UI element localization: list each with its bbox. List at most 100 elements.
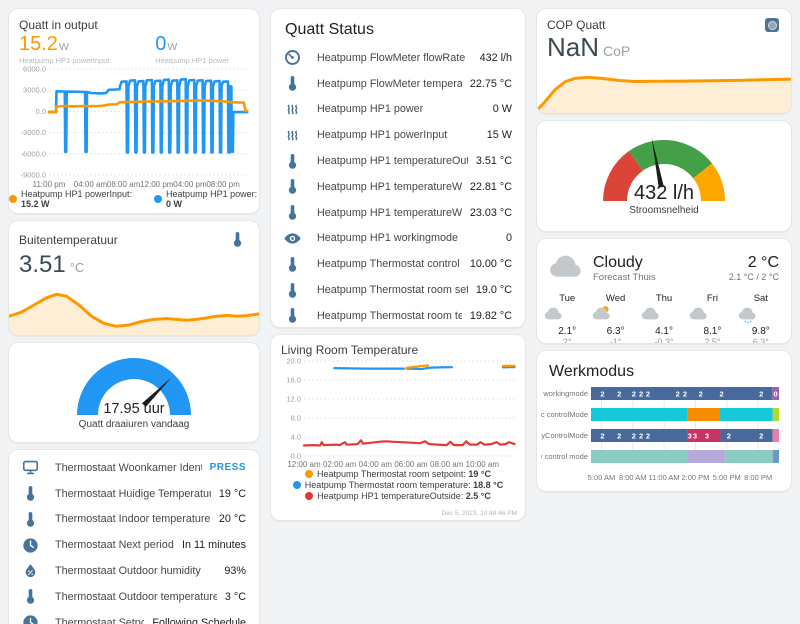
status-row[interactable]: Heatpump HP1 temperatureOutside 3.51 °C: [271, 148, 525, 174]
entity-label: Thermostaat Next period time: [55, 539, 174, 552]
svg-text:12.0: 12.0: [286, 395, 301, 404]
svg-text:8:00 AM: 8:00 AM: [619, 473, 647, 482]
power-stat: 15.2 W Heatpump HP1 powerInput: [19, 33, 109, 65]
werkmodus-timeline[interactable]: 5:00 AM 8:00 AM 11:00 AM 2:00 PM 5:00 PM 8:00…: [541, 383, 789, 485]
status-row[interactable]: Heatpump HP1 temperatureWaterIn 22.81 °C: [271, 174, 525, 200]
card-flow-gauge[interactable]: 432 l/h Stroomsnelheid: [536, 120, 792, 232]
entity-value: 22.81 °C: [469, 180, 512, 193]
legend-item: Heatpump HP1 power: 0 W: [154, 189, 259, 209]
entity-value: 19 °C: [218, 487, 246, 500]
card-title: COP Quatt: [547, 18, 606, 32]
rainy-icon: [738, 307, 756, 324]
entity-label: Heatpump HP1 workingmode: [317, 232, 459, 245]
forecast-day: Sat 9.8° 6.3°: [737, 293, 785, 343]
thermostaat-row[interactable]: Thermostaat Next period time In 11 minute…: [9, 532, 259, 558]
entity-label: Heatpump HP1 powerInput: [317, 129, 448, 142]
legend-dot: [9, 195, 17, 203]
cop-sparkline: [537, 75, 791, 113]
thermometer-icon: [26, 589, 35, 605]
entity-label: Thermostaat Indoor temperature: [55, 513, 211, 526]
forecast-day: Fri 8.1° 2.5°: [688, 293, 736, 343]
thermometer-icon: [26, 511, 35, 527]
timeline-row-label: l workingmode: [541, 389, 588, 398]
svg-text:2:00 PM: 2:00 PM: [681, 473, 709, 482]
flow-gauge: 432 l/h: [603, 137, 725, 204]
status-row[interactable]: Heatpump Thermostat control setpoint 10.0…: [271, 251, 525, 277]
legend-text: Heatpump HP1 powerInput: 15.2 W: [21, 189, 133, 209]
thermostaat-row[interactable]: Thermostaat Outdoor temperature 3 °C: [9, 584, 259, 610]
card-weather[interactable]: Cloudy Forecast Thuis 2 °C 2.1 °C / 2 °C…: [536, 238, 792, 344]
entity-label: Heatpump HP1 power: [317, 103, 424, 116]
svg-text:3: 3: [705, 431, 709, 440]
cop-value: NaN: [547, 32, 600, 62]
thermostaat-row[interactable]: Thermostaat Indoor temperature 20 °C: [9, 507, 259, 533]
status-row[interactable]: Heatpump FlowMeter flowRate 432 l/h: [271, 45, 525, 71]
gauge-value: 17.95 uur: [103, 401, 164, 417]
entity-value: 20 °C: [218, 513, 246, 526]
svg-text:2: 2: [632, 431, 636, 440]
svg-text:06:00 am: 06:00 am: [394, 460, 428, 469]
status-row[interactable]: Heatpump HP1 temperatureWaterOut 23.03 °C: [271, 200, 525, 226]
card-quatt-in-output: Quatt in output 15.2 W Heatpump HP1 powerI…: [8, 8, 260, 214]
entity-label: Heatpump Thermostat control setpoint: [317, 258, 462, 271]
svg-text:2: 2: [759, 389, 763, 398]
status-row[interactable]: Heatpump Thermostat room temperature 19.8…: [271, 303, 525, 327]
forecast-high: 2.1°: [558, 326, 577, 337]
weather-temperature: 2 °C: [747, 254, 779, 271]
entity-value: In 11 minutes: [181, 539, 246, 552]
entity-value: 432 l/h: [479, 51, 512, 64]
status-row[interactable]: Heatpump HP1 powerInput 15 W: [271, 122, 525, 148]
status-row[interactable]: Heatpump FlowMeter temperature 22.75 °C: [271, 71, 525, 97]
entity-label: Thermostaat Woonkamer Identify: [55, 461, 202, 474]
svg-text:5:00 PM: 5:00 PM: [713, 473, 741, 482]
forecast-day-name: Fri: [706, 293, 718, 304]
card-cop[interactable]: COP Quatt NaN CoP: [536, 8, 792, 114]
entity-value: 22.75 °C: [469, 77, 512, 90]
stat-value: 0: [155, 33, 167, 55]
gear-icon[interactable]: [765, 18, 779, 32]
timeline-row-label: jc controlMode: [541, 410, 588, 419]
hours-gauge-label: Quatt draaiuren vandaag: [78, 419, 190, 430]
outdoor-temp-value: 3.51: [19, 251, 66, 278]
thermometer-icon: [228, 230, 247, 249]
thermostaat-row[interactable]: Thermostaat Woonkamer Identify PRESS: [9, 455, 259, 481]
forecast-low: -0.3°: [654, 337, 674, 344]
identify-icon: [22, 461, 39, 475]
legend-dot: [154, 195, 163, 203]
thermostaat-row[interactable]: Thermostaat Outdoor humidity 93%: [9, 558, 259, 584]
card-hours-gauge[interactable]: 17.95 uur Quatt draaiuren vandaag: [8, 342, 260, 443]
status-row[interactable]: Heatpump HP1 workingmode 0: [271, 226, 525, 252]
entity-value: Following Schedule: [152, 616, 246, 624]
legend-item: Heatpump Thermostat room setpoint: 19 °C: [304, 469, 491, 479]
hours-gauge: 17.95 uur: [77, 358, 191, 417]
status-row[interactable]: Heatpump HP1 power 0 W: [271, 97, 525, 123]
card-werkmodus: Werkmodus 5:00 AM 8:00 AM 11:00 AM 2:00 PM 5…: [536, 350, 792, 492]
svg-text:04:00 am: 04:00 am: [74, 180, 108, 189]
svg-text:04:00 am: 04:00 am: [359, 460, 393, 469]
status-row[interactable]: Heatpump Thermostat room setpoint 19.0 °C: [271, 277, 525, 303]
svg-text:8:00 PM: 8:00 PM: [744, 473, 772, 482]
entity-value: 23.03 °C: [469, 206, 512, 219]
svg-text:2: 2: [600, 431, 604, 440]
press-button[interactable]: PRESS: [210, 462, 246, 473]
legend-dot: [292, 481, 301, 489]
entity-value: 0: [505, 232, 512, 245]
svg-text:2: 2: [699, 389, 703, 398]
entity-value: 3.51 °C: [475, 155, 512, 168]
power-stats: 15.2 W Heatpump HP1 powerInput 0 W Heatpump H…: [9, 32, 259, 65]
cloudy-icon: [544, 307, 562, 320]
power-stat: 0 W Heatpump HP1 power: [155, 33, 229, 65]
stat-unit: W: [167, 41, 178, 53]
thermostaat-row[interactable]: Thermostaat Setpoint status Following Sch…: [9, 610, 259, 624]
legend-text: Heatpump HP1 temperatureOutside: 2.5 °C: [317, 491, 491, 501]
thermostaat-row[interactable]: Thermostaat Huidige Temperatuur 19 °C: [9, 481, 259, 507]
power-chart[interactable]: 6000.0 3000.0 0.0 -3000.0 -6000.0 -9000.011:0…: [17, 65, 251, 189]
living-room-chart[interactable]: 20.016.012.08.04.00.012:00 am 02:00 am 04:…: [279, 357, 519, 469]
power-legend: Heatpump HP1 powerInput: 15.2 W Heatpump …: [9, 189, 259, 209]
card-thermostaat: Thermostaat Woonkamer Identify PRESS Therm…: [8, 449, 260, 624]
card-buitentemperatuur[interactable]: Buitentemperatuur 3.51 °C: [8, 220, 260, 336]
svg-text:12:00 am: 12:00 am: [287, 460, 321, 469]
stat-label: Heatpump HP1 power: [155, 56, 229, 65]
living-legend: Heatpump Thermostat room setpoint: 19 °C…: [271, 469, 525, 501]
svg-text:-9000.0: -9000.0: [21, 171, 46, 180]
